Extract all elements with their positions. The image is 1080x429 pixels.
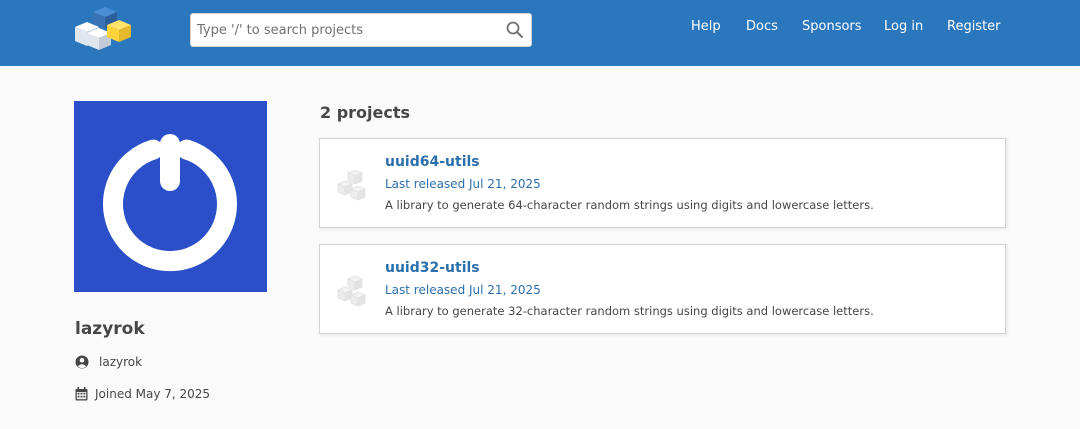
nav-login-link[interactable]: Log in: [884, 19, 923, 39]
user-circle-icon: [75, 355, 89, 369]
avatar: [74, 101, 267, 292]
search-input[interactable]: [191, 14, 491, 46]
search-box: [190, 13, 532, 47]
top-navigation-bar: Help Docs Sponsors Log in Register: [0, 0, 1080, 66]
pypi-logo-icon[interactable]: [73, 5, 133, 51]
power-button-icon: [103, 134, 237, 272]
nav-docs-link[interactable]: Docs: [746, 19, 778, 39]
project-card[interactable]: uuid64-utils Last released Jul 21, 2025 …: [319, 138, 1006, 228]
profile-display-name: lazyrok: [75, 319, 145, 339]
project-card[interactable]: uuid32-utils Last released Jul 21, 2025 …: [319, 244, 1006, 334]
profile-joined-date: Joined May 7, 2025: [95, 387, 211, 401]
projects-count-heading: 2 projects: [320, 103, 411, 122]
profile-username-row: lazyrok: [75, 355, 142, 369]
project-name-link[interactable]: uuid64-utils: [385, 154, 480, 170]
search-icon[interactable]: [505, 20, 525, 40]
project-description: A library to generate 32-character rando…: [385, 304, 874, 318]
project-release-date: Last released Jul 21, 2025: [385, 283, 541, 297]
nav-help-link[interactable]: Help: [691, 19, 721, 39]
package-cubes-icon: [336, 275, 367, 307]
calendar-icon: [75, 387, 88, 401]
profile-username: lazyrok: [99, 355, 143, 369]
profile-joined-row: Joined May 7, 2025: [75, 387, 210, 401]
nav-register-link[interactable]: Register: [947, 19, 1001, 39]
project-name-link[interactable]: uuid32-utils: [385, 260, 480, 276]
package-cubes-icon: [336, 169, 367, 201]
project-release-date: Last released Jul 21, 2025: [385, 177, 541, 191]
nav-sponsors-link[interactable]: Sponsors: [802, 19, 862, 39]
project-description: A library to generate 64-character rando…: [385, 198, 874, 212]
